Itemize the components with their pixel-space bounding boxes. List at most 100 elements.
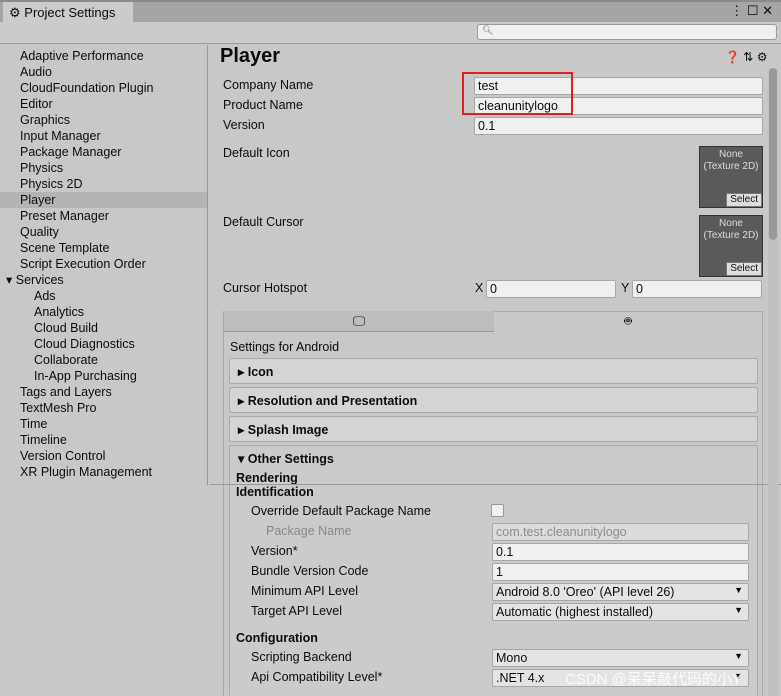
window-controls: ⋮ ☐ ✕ bbox=[730, 3, 773, 19]
more-icon[interactable]: ⋮ bbox=[730, 3, 743, 18]
version-label: Version bbox=[223, 118, 265, 132]
sidebar-item[interactable]: Package Manager bbox=[20, 144, 121, 160]
sidebar-item[interactable]: Physics 2D bbox=[20, 176, 83, 192]
identification-header: Identification bbox=[236, 485, 314, 499]
sidebar-item-label: Editor bbox=[20, 97, 53, 111]
sidebar-item[interactable]: Cloud Diagnostics bbox=[34, 336, 135, 352]
sidebar-item[interactable]: Adaptive Performance bbox=[20, 48, 144, 64]
sidebar-item-label: Physics 2D bbox=[20, 177, 83, 191]
sidebar-item-label: In-App Purchasing bbox=[34, 369, 137, 383]
min-api-dropdown[interactable]: Android 8.0 'Oreo' (API level 26) ▼ bbox=[492, 583, 749, 601]
tab-standalone[interactable]: 🖵 bbox=[224, 311, 494, 332]
foldout-label: Other Settings bbox=[247, 452, 334, 466]
sidebar-item[interactable]: Collaborate bbox=[34, 352, 98, 368]
project-settings-tab[interactable]: ⚙ Project Settings bbox=[3, 2, 133, 23]
product-name-label: Product Name bbox=[223, 98, 303, 112]
api-compat-label: Api Compatibility Level* bbox=[251, 670, 383, 684]
presets-icon[interactable]: ⇅ bbox=[743, 50, 753, 64]
hotspot-y-field[interactable]: 0 bbox=[632, 280, 762, 298]
foldout-label: Icon bbox=[247, 365, 274, 379]
sidebar-item-label: Player bbox=[20, 193, 56, 207]
hotspot-x-field[interactable]: 0 bbox=[486, 280, 616, 298]
android-version-field[interactable]: 0.1 bbox=[492, 543, 749, 561]
sidebar-item-label: Scene Template bbox=[20, 241, 110, 255]
sidebar: Adaptive Performance Audio CloudFoundation… bbox=[0, 45, 208, 485]
sidebar-item[interactable]: Time bbox=[20, 416, 47, 432]
override-package-checkbox[interactable] bbox=[491, 504, 504, 517]
override-package-label: Override Default Package Name bbox=[251, 504, 431, 518]
sidebar-item[interactable]: Cloud Build bbox=[34, 320, 98, 336]
type-text: (Texture 2D) bbox=[703, 230, 759, 241]
page-title: Player bbox=[220, 45, 281, 67]
dropdown-arrow-icon: ▼ bbox=[734, 651, 743, 661]
scripting-backend-dropdown[interactable]: Mono ▼ bbox=[492, 649, 749, 667]
none-text: None bbox=[719, 149, 743, 160]
dropdown-value: Android 8.0 'Oreo' (API level 26) bbox=[496, 585, 675, 599]
cursor-hotspot-label: Cursor Hotspot bbox=[223, 281, 308, 295]
bundle-version-field[interactable]: 1 bbox=[492, 563, 749, 581]
sidebar-item[interactable]: Audio bbox=[20, 64, 52, 80]
package-name-field: com.test.cleanunitylogo bbox=[492, 523, 749, 541]
sidebar-item-label: Services bbox=[15, 273, 64, 287]
foldout-icon[interactable]: ▸ Icon bbox=[229, 358, 758, 384]
sidebar-item[interactable]: Player bbox=[0, 192, 207, 208]
sidebar-item[interactable]: Analytics bbox=[34, 304, 84, 320]
sidebar-item[interactable]: CloudFoundation Plugin bbox=[20, 80, 153, 96]
sidebar-item[interactable]: Version Control bbox=[20, 448, 105, 464]
y-label: Y bbox=[621, 281, 630, 295]
select-button[interactable]: Select bbox=[726, 262, 762, 276]
default-icon-slot[interactable]: None (Texture 2D) Select bbox=[699, 146, 763, 208]
sidebar-item-label: Timeline bbox=[20, 433, 67, 447]
settings-icon[interactable]: ⚙ bbox=[757, 50, 768, 64]
sidebar-item[interactable]: XR Plugin Management bbox=[20, 464, 152, 480]
sidebar-item-label: Time bbox=[20, 417, 48, 431]
android-version-label: Version* bbox=[251, 544, 298, 558]
sidebar-item-label: Input Manager bbox=[20, 129, 101, 143]
search-input[interactable]: 🔍︎ bbox=[477, 24, 777, 40]
maximize-icon[interactable]: ☐ bbox=[747, 3, 759, 18]
sidebar-item[interactable]: Editor bbox=[20, 96, 53, 112]
settings-for-label: Settings for Android bbox=[230, 340, 340, 354]
sidebar-item[interactable]: Timeline bbox=[20, 432, 67, 448]
sidebar-item-label: TextMesh Pro bbox=[20, 401, 97, 415]
type-text: (Texture 2D) bbox=[703, 161, 759, 172]
monitor-icon: 🖵 bbox=[352, 314, 366, 328]
sidebar-item[interactable]: ▾ Services bbox=[6, 272, 64, 288]
sidebar-item[interactable]: Scene Template bbox=[20, 240, 109, 256]
sidebar-item-label: Package Manager bbox=[20, 145, 122, 159]
sidebar-item[interactable]: TextMesh Pro bbox=[20, 400, 96, 416]
expand-arrow-icon[interactable]: ▾ bbox=[6, 273, 16, 287]
sidebar-item[interactable]: Preset Manager bbox=[20, 208, 109, 224]
close-icon[interactable]: ✕ bbox=[762, 3, 773, 18]
sidebar-item[interactable]: Ads bbox=[34, 288, 56, 304]
sidebar-item-label: Preset Manager bbox=[20, 209, 109, 223]
sidebar-item[interactable]: Script Execution Order bbox=[20, 256, 146, 272]
sidebar-item[interactable]: Quality bbox=[20, 224, 59, 240]
scripting-backend-label: Scripting Backend bbox=[251, 650, 352, 664]
configuration-header: Configuration bbox=[236, 631, 318, 645]
tab-android[interactable]: 🤖︎ bbox=[494, 311, 762, 332]
dropdown-value: Automatic (highest installed) bbox=[496, 605, 654, 619]
sidebar-item-label: Cloud Build bbox=[34, 321, 98, 335]
scrollbar-thumb[interactable] bbox=[769, 68, 777, 240]
sidebar-item[interactable]: Graphics bbox=[20, 112, 70, 128]
foldout-splash[interactable]: ▸ Splash Image bbox=[229, 416, 758, 442]
dropdown-arrow-icon: ▼ bbox=[734, 605, 743, 615]
foldout-resolution[interactable]: ▸ Resolution and Presentation bbox=[229, 387, 758, 413]
sidebar-item[interactable]: Input Manager bbox=[20, 128, 101, 144]
sidebar-item-label: Audio bbox=[20, 65, 52, 79]
default-cursor-slot[interactable]: None (Texture 2D) Select bbox=[699, 215, 763, 277]
sidebar-item-label: Graphics bbox=[20, 113, 71, 127]
company-name-label: Company Name bbox=[223, 78, 314, 92]
target-api-dropdown[interactable]: Automatic (highest installed) ▼ bbox=[492, 603, 749, 621]
help-icon[interactable]: ❓ bbox=[725, 50, 740, 64]
version-field[interactable]: 0.1 bbox=[474, 117, 763, 135]
sidebar-item[interactable]: Physics bbox=[20, 160, 63, 176]
sidebar-item[interactable]: In-App Purchasing bbox=[34, 368, 137, 384]
foldout-label: Splash Image bbox=[247, 423, 329, 437]
sidebar-item[interactable]: Tags and Layers bbox=[20, 384, 112, 400]
dropdown-value: .NET 4.x bbox=[496, 671, 545, 685]
select-button[interactable]: Select bbox=[726, 193, 762, 207]
foldout-label: Resolution and Presentation bbox=[247, 394, 418, 408]
sidebar-item-label: Adaptive Performance bbox=[20, 49, 144, 63]
